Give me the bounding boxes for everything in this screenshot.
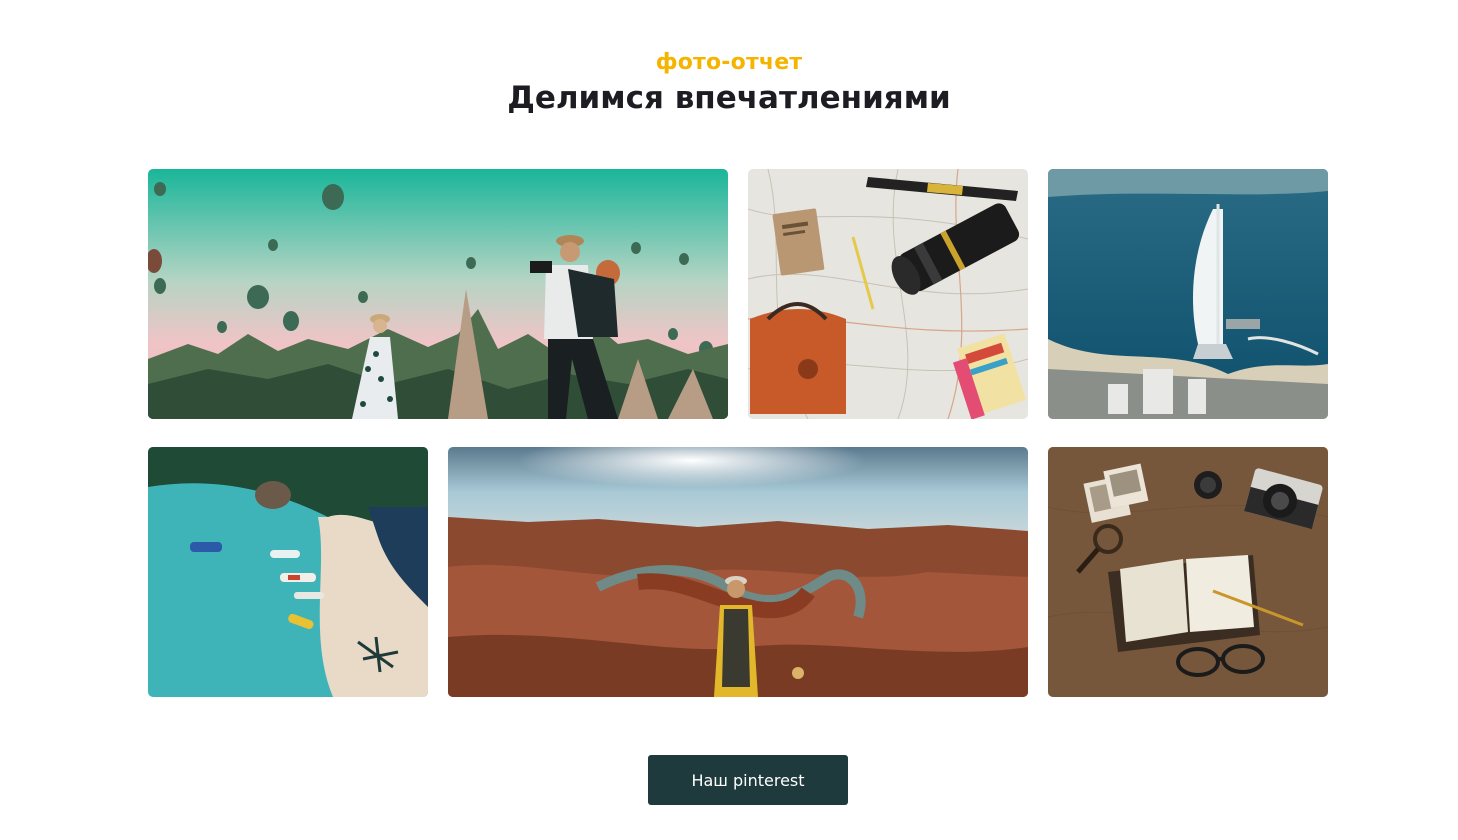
beach-boats-image	[148, 447, 428, 697]
gallery-photo-map-flatlay[interactable]	[748, 169, 1028, 419]
section-title: Делимся впечатлениями	[507, 80, 951, 116]
vintage-desk-image	[1048, 447, 1328, 697]
map-flatlay-image	[748, 169, 1028, 419]
pinterest-button[interactable]: Наш pinterest	[648, 755, 848, 805]
gallery-photo-coast-hotel[interactable]	[1048, 169, 1328, 419]
section-eyebrow: фото-отчет	[655, 50, 803, 75]
gallery-photo-balloons[interactable]	[148, 169, 728, 419]
gallery-photo-beach-boats[interactable]	[148, 447, 428, 697]
canyon-image	[448, 447, 1028, 697]
gallery-photo-canyon[interactable]	[448, 447, 1028, 697]
coast-hotel-image	[1048, 169, 1328, 419]
balloons-image	[148, 169, 728, 419]
gallery-photo-vintage-desk[interactable]	[1048, 447, 1328, 697]
